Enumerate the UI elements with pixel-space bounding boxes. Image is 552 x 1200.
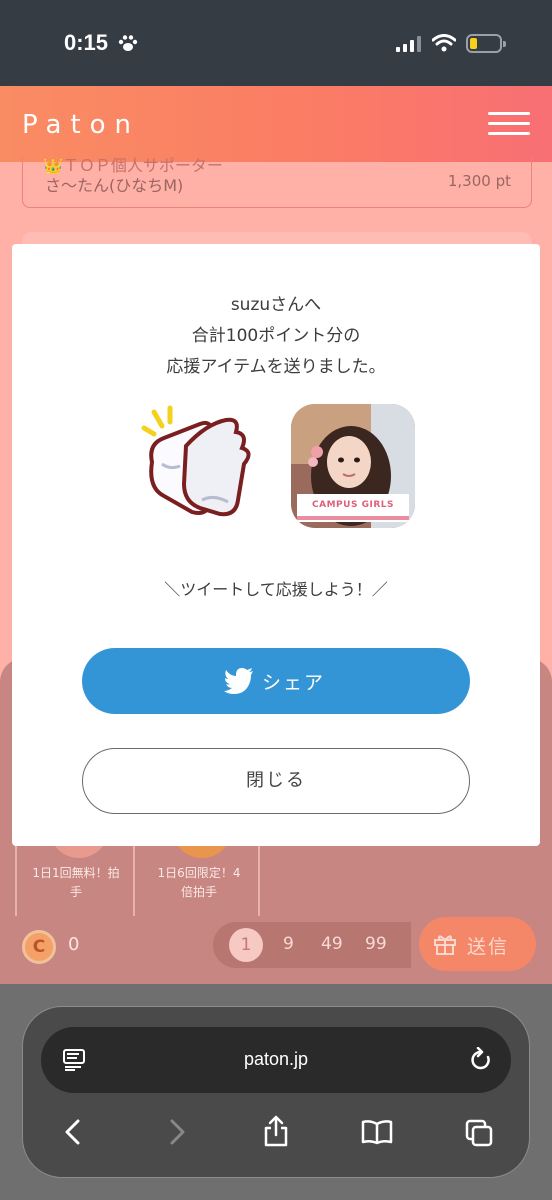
count-selector: 1 9 49 99	[213, 922, 411, 968]
gift-icon	[434, 935, 456, 955]
twitter-bird-icon	[224, 668, 253, 694]
tabs-icon[interactable]	[465, 1119, 493, 1147]
status-bar: 0:15	[0, 0, 552, 86]
item-caption: 1日1回無料！拍手	[32, 866, 120, 899]
count-option-49[interactable]: 49	[321, 934, 343, 954]
supporter-name: さ〜たん(ひなちM)	[45, 176, 184, 195]
count-option-99[interactable]: 99	[365, 934, 387, 954]
bookmarks-icon[interactable]	[361, 1119, 393, 1145]
top-supporter-card: 👑ＴＯＰ個人サポーター さ〜たん(ひなちM) 1,300 pt	[22, 156, 532, 208]
dialog-message: suzuさんへ 合計100ポイント分の 応援アイテムを送りました。	[12, 290, 540, 383]
send-label: 送信	[467, 936, 510, 958]
tweet-prompt: ＼ツイートして応援しよう！／	[164, 580, 388, 599]
message-line-recipient: suzuさんへ	[230, 295, 322, 315]
battery-icon	[466, 34, 506, 53]
count-option-9[interactable]: 9	[283, 934, 294, 954]
browser-panel: paton.jp	[22, 1006, 530, 1178]
coin-balance: 0	[68, 934, 80, 955]
supporter-points: 1,300 pt	[447, 172, 511, 190]
clock: 0:15	[64, 30, 109, 55]
twitter-share-button[interactable]: シェア	[82, 648, 470, 714]
recipient-photo: CAMPUS GIRLS	[291, 404, 415, 528]
hamburger-menu-icon[interactable]	[488, 112, 530, 136]
share-sheet-icon[interactable]	[263, 1115, 289, 1147]
item-caption: 1日6回限定！4 倍拍手	[157, 866, 241, 899]
signal-icon	[396, 36, 421, 52]
reload-icon[interactable]	[469, 1047, 493, 1073]
paw-icon	[118, 35, 138, 51]
close-button[interactable]: 閉じる	[82, 748, 470, 814]
item-4x-clap[interactable]: 1日6回限定！4 倍拍手	[140, 828, 260, 916]
back-icon[interactable]	[63, 1119, 83, 1145]
count-option-1[interactable]: 1	[229, 928, 263, 962]
coin-icon: C	[22, 930, 56, 964]
item-free-clap[interactable]: 1日1回無料！拍手	[15, 828, 135, 916]
share-label: シェア	[262, 672, 326, 694]
message-line-sent: 応援アイテムを送りました。	[166, 357, 386, 377]
browser-toolbar: paton.jp	[0, 984, 552, 1200]
photo-caption: CAMPUS GIRLS	[312, 500, 394, 510]
support-complete-dialog: suzuさんへ 合計100ポイント分の 応援アイテムを送りました。 CAMPUS…	[12, 244, 540, 846]
clapping-hands-icon	[141, 405, 251, 517]
forward-icon[interactable]	[167, 1119, 187, 1145]
send-button[interactable]: 送信	[419, 917, 536, 971]
wifi-icon	[432, 34, 456, 52]
address-bar[interactable]: paton.jp	[41, 1027, 511, 1093]
url-text: paton.jp	[243, 1049, 309, 1069]
app-header: Paton	[0, 86, 552, 162]
paton-logo[interactable]: Paton	[22, 110, 140, 140]
message-line-total: 合計100ポイント分の	[191, 326, 361, 346]
